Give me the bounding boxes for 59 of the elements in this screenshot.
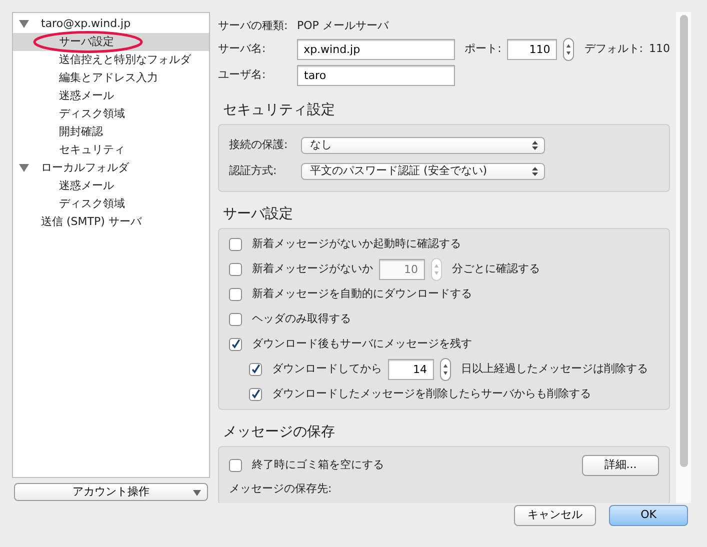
option-text: 日以上経過したメッセージは削除する [461,360,648,377]
dropdown[interactable]: 平文のパスワード認証 (安全でない) [301,162,545,180]
port-field[interactable]: 110 [507,38,558,60]
checkbox-label[interactable]: ダウンロードしてから [272,360,382,378]
tree-item[interactable]: 迷惑メール [59,178,114,194]
tree-item[interactable]: taro@xp.wind.jp [41,16,131,32]
checkbox[interactable] [249,362,262,376]
field-label: 接続の保護: [229,136,289,153]
updown-arrows-icon [532,140,538,150]
server-name-field[interactable]: xp.wind.jp [296,38,455,60]
checkbox-label[interactable]: 終了時にゴミ箱を空にする [252,456,384,474]
ok-button[interactable]: OK [609,505,688,526]
default-port-value: 110 [649,40,670,57]
cancel-button[interactable]: キャンセル [514,505,596,526]
stepper[interactable] [563,38,574,60]
tree-item[interactable]: ディスク領域 [59,196,125,212]
scrollbar-thumb[interactable] [680,15,688,467]
tree-item[interactable]: ディスク領域 [59,106,125,122]
account-actions-button[interactable]: アカウント操作 [14,483,208,501]
scrollbar[interactable] [676,12,691,503]
checkbox-label[interactable]: 新着メッセージがないか起動時に確認する [252,236,461,252]
checkbox[interactable] [229,458,242,472]
dropdown[interactable]: なし [301,136,545,154]
tree-item[interactable]: セキュリティ [59,142,125,158]
server-type-value: POP メールサーバ [297,18,388,34]
field-label: ポート: [464,40,502,57]
checkbox[interactable] [229,312,242,326]
details-button[interactable]: 詳細... [582,454,659,476]
user-name-field[interactable]: taro [297,64,455,86]
section-title: セキュリティ設定 [223,101,336,120]
disclosure-triangle-icon[interactable] [19,164,29,172]
checkbox-label[interactable]: 新着メッセージを自動的にダウンロードする [252,286,472,302]
section-title: サーバ設定 [223,205,294,224]
field-label: サーバの種類: [218,18,289,34]
checkbox-label[interactable]: ダウンロードしたメッセージを削除したらサーバからも削除する [272,386,591,402]
checkbox[interactable] [229,238,242,250]
tree-item[interactable]: 編集とアドレス入力 [59,70,158,86]
checkbox-label[interactable]: ダウンロード後もサーバにメッセージを残す [252,336,472,352]
field-label: デフォルト: [584,40,643,57]
option-text: 分ごとに確認する [452,260,540,277]
checkbox[interactable] [249,388,262,400]
updown-arrows-icon [532,166,538,176]
tree-item[interactable]: 開封確認 [59,124,103,140]
checkbox[interactable] [229,338,242,350]
interval-field[interactable]: 14 [388,358,434,380]
field-label: ユーザ名: [218,66,267,83]
field-label: サーバ名: [218,40,267,57]
tree-item[interactable]: 迷惑メール [59,88,114,104]
tree-item[interactable]: 送信控えと特別なフォルダ [59,52,191,68]
disclosure-triangle-icon[interactable] [19,20,29,28]
field-label: 認証方式: [229,162,278,179]
checkbox[interactable] [229,288,242,300]
section-title: メッセージの保存 [223,423,336,442]
field-label: メッセージの保存先: [229,481,333,497]
tree-item[interactable]: 送信 (SMTP) サーバ [41,214,142,230]
tree-item[interactable]: ローカルフォルダ [41,160,129,176]
caret-icon [193,490,201,496]
stepper[interactable] [440,358,451,380]
checkbox-label[interactable]: ヘッダのみ取得する [252,310,351,328]
